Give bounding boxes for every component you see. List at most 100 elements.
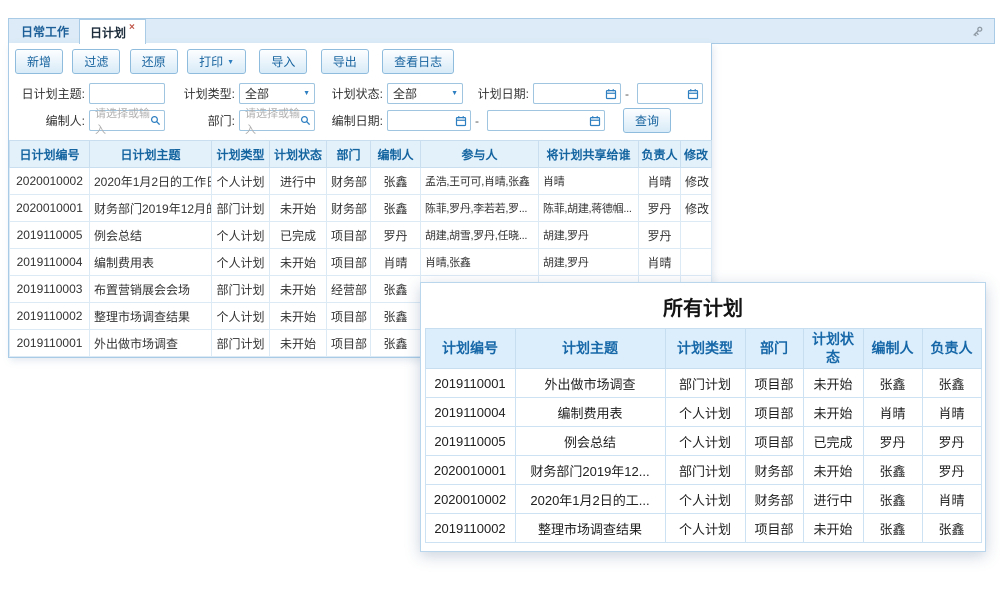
key-icon[interactable] <box>971 25 984 38</box>
cell-share: 陈菲,胡建,蒋德帼... <box>539 195 639 222</box>
table-row[interactable]: 2019110005 例会总结 个人计划 已完成 项目部 罗丹 胡建,胡雪,罗丹… <box>10 222 712 249</box>
cell-owner[interactable]: 罗丹 <box>639 222 681 249</box>
table-row: 2019110004 编制费用表 个人计划 项目部 未开始 肖晴 肖晴 <box>425 398 981 427</box>
column-header-type: 计划类型 <box>212 141 270 168</box>
cell-creator: 罗丹 <box>371 222 421 249</box>
cell-subject: 编制费用表 <box>515 398 665 427</box>
cell-creator: 张鑫 <box>863 369 922 398</box>
type-select[interactable]: 全部 ▼ <box>239 83 315 104</box>
column-header-plan-id: 日计划编号 <box>10 141 90 168</box>
search-icon[interactable] <box>150 115 161 126</box>
query-button[interactable]: 查询 <box>623 108 671 133</box>
import-button[interactable]: 导入 <box>259 49 307 74</box>
restore-button[interactable]: 还原 <box>130 49 178 74</box>
cell-type: 部门计划 <box>212 195 270 222</box>
column-header-plan-id: 计划编号 <box>425 329 515 369</box>
all-plans-table: 计划编号 计划主题 计划类型 部门 计划状态 编制人 负责人 201911000… <box>425 328 982 543</box>
cell-status: 未开始 <box>803 514 863 543</box>
cell-owner: 肖晴 <box>922 398 981 427</box>
cell-participants: 陈菲,罗丹,李若若,罗... <box>421 195 539 222</box>
view-log-button[interactable]: 查看日志 <box>382 49 454 74</box>
cell-owner[interactable]: 肖晴 <box>639 168 681 195</box>
cell-dept: 经营部 <box>327 276 371 303</box>
column-header-creator: 编制人 <box>863 329 922 369</box>
cell-type: 个人计划 <box>212 303 270 330</box>
table-row[interactable]: 2019110004 编制费用表 个人计划 未开始 项目部 肖晴 肖晴,张鑫 胡… <box>10 249 712 276</box>
column-header-share: 将计划共享给谁 <box>539 141 639 168</box>
status-select[interactable]: 全部 ▼ <box>387 83 463 104</box>
cell-type: 个人计划 <box>212 222 270 249</box>
calendar-icon[interactable] <box>687 88 699 100</box>
cell-subject[interactable]: 整理市场调查结果 <box>90 303 212 330</box>
cell-plan-id[interactable]: 2019110001 <box>10 330 90 357</box>
cell-plan-id[interactable]: 2019110002 <box>10 303 90 330</box>
export-button[interactable]: 导出 <box>321 49 369 74</box>
cell-subject[interactable]: 编制费用表 <box>90 249 212 276</box>
creator-input[interactable]: 请选择或输入 <box>89 110 165 131</box>
column-header-participants: 参与人 <box>421 141 539 168</box>
cell-subject[interactable]: 例会总结 <box>90 222 212 249</box>
cell-creator: 张鑫 <box>863 456 922 485</box>
calendar-icon[interactable] <box>605 88 617 100</box>
chevron-down-icon: ▼ <box>303 90 310 97</box>
cell-dept: 财务部 <box>745 485 803 514</box>
table-row: 2019110001 外出做市场调查 部门计划 项目部 未开始 张鑫 张鑫 <box>425 369 981 398</box>
dept-filter-label: 部门: <box>177 112 235 129</box>
filter-button[interactable]: 过滤 <box>72 49 120 74</box>
column-header-dept: 部门 <box>745 329 803 369</box>
cell-plan-id[interactable]: 2020010001 <box>10 195 90 222</box>
cell-modify <box>681 249 712 276</box>
calendar-icon[interactable] <box>455 115 467 127</box>
column-header-dept: 部门 <box>327 141 371 168</box>
cell-dept: 财务部 <box>327 195 371 222</box>
plan-date-to-input[interactable] <box>637 83 703 104</box>
column-header-owner: 负责人 <box>922 329 981 369</box>
chevron-down-icon: ▼ <box>451 90 458 97</box>
created-date-from-input[interactable] <box>387 110 471 131</box>
cell-type: 部门计划 <box>212 330 270 357</box>
cell-owner[interactable]: 罗丹 <box>639 195 681 222</box>
close-icon[interactable]: × <box>129 22 135 33</box>
cell-type: 个人计划 <box>212 249 270 276</box>
cell-subject: 财务部门2019年12... <box>515 456 665 485</box>
subject-filter-input[interactable] <box>89 83 165 104</box>
column-header-owner: 负责人 <box>639 141 681 168</box>
search-icon[interactable] <box>300 115 311 126</box>
created-date-to-input[interactable] <box>487 110 605 131</box>
cell-plan-id[interactable]: 2019110004 <box>10 249 90 276</box>
cell-type: 个人计划 <box>665 514 745 543</box>
cell-type: 部门计划 <box>665 456 745 485</box>
cell-type: 个人计划 <box>665 427 745 456</box>
filter-row-1: 日计划主题: 计划类型: 全部 ▼ 计划状态: 全部 ▼ 计划日期: <box>15 80 705 107</box>
tab-daily-work[interactable]: 日常工作 <box>11 19 79 43</box>
cell-status: 未开始 <box>803 398 863 427</box>
chevron-down-icon: ▼ <box>227 59 234 66</box>
print-button[interactable]: 打印▼ <box>187 49 246 74</box>
cell-plan-id[interactable]: 2019110003 <box>10 276 90 303</box>
add-button[interactable]: 新增 <box>15 49 63 74</box>
cell-plan-id[interactable]: 2019110005 <box>10 222 90 249</box>
cell-creator: 肖晴 <box>863 398 922 427</box>
popup-title: 所有计划 <box>421 283 985 328</box>
cell-subject[interactable]: 2020年1月2日的工作日... <box>90 168 212 195</box>
cell-plan-id: 2019110001 <box>425 369 515 398</box>
cell-subject[interactable]: 布置营销展会会场 <box>90 276 212 303</box>
cell-modify[interactable]: 修改 <box>681 168 712 195</box>
cell-modify[interactable]: 修改 <box>681 195 712 222</box>
toolbar: 新增 过滤 还原 打印▼ 导入 导出 查看日志 <box>9 43 711 79</box>
table-row[interactable]: 2020010002 2020年1月2日的工作日... 个人计划 进行中 财务部… <box>10 168 712 195</box>
cell-status: 未开始 <box>270 195 327 222</box>
type-select-value: 全部 <box>240 85 299 102</box>
cell-subject[interactable]: 外出做市场调查 <box>90 330 212 357</box>
cell-status: 已完成 <box>270 222 327 249</box>
calendar-icon[interactable] <box>589 115 601 127</box>
cell-plan-id[interactable]: 2020010002 <box>10 168 90 195</box>
table-row[interactable]: 2020010001 财务部门2019年12月的... 部门计划 未开始 财务部… <box>10 195 712 222</box>
dept-input[interactable]: 请选择或输入 <box>239 110 315 131</box>
tab-daily-plan[interactable]: 日计划 × <box>79 19 146 44</box>
plan-date-from-input[interactable] <box>533 83 621 104</box>
cell-subject: 外出做市场调查 <box>515 369 665 398</box>
cell-participants: 孟浩,王可可,肖晴,张鑫 <box>421 168 539 195</box>
cell-owner[interactable]: 肖晴 <box>639 249 681 276</box>
cell-subject[interactable]: 财务部门2019年12月的... <box>90 195 212 222</box>
